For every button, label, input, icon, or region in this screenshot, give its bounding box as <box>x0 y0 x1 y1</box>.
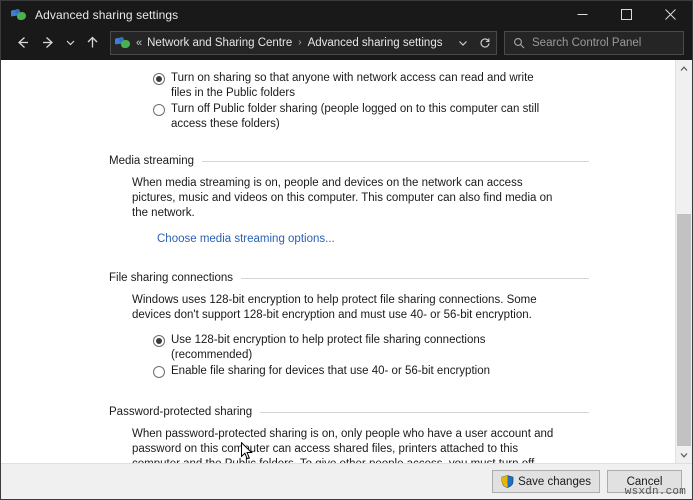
save-changes-button[interactable]: Save changes <box>492 470 600 493</box>
search-icon <box>513 37 525 49</box>
file-sharing-encryption-options: Use 128-bit encryption to help protect f… <box>1 333 675 379</box>
breadcrumb[interactable]: « Network and Sharing Centre › Advanced … <box>110 30 497 55</box>
breadcrumb-item-advanced-sharing-settings[interactable]: Advanced sharing settings <box>308 37 443 49</box>
close-button[interactable] <box>648 1 692 28</box>
clipped-previous-text: access files in the Public folders. <box>132 60 675 61</box>
radio-option-turn-off-public-sharing[interactable]: Turn off Public folder sharing (people l… <box>153 102 675 132</box>
section-title: Password-protected sharing <box>109 406 253 418</box>
section-divider <box>241 277 589 279</box>
radio-label: Enable file sharing for devices that use… <box>171 365 490 377</box>
media-streaming-description: When media streaming is on, people and d… <box>132 177 553 219</box>
minimize-button[interactable] <box>560 1 604 28</box>
breadcrumb-overflow-icon[interactable]: « <box>136 37 142 49</box>
vertical-scrollbar[interactable] <box>675 60 692 463</box>
password-protected-sharing-description: When password-protected sharing is on, o… <box>132 428 554 463</box>
breadcrumb-separator-icon: › <box>298 37 302 48</box>
radio-label: Turn off Public folder sharing (people l… <box>171 103 540 130</box>
section-divider <box>260 411 589 413</box>
breadcrumb-network-icon <box>115 35 131 51</box>
chevron-down-icon[interactable] <box>452 32 474 54</box>
public-folder-sharing-options: Turn on sharing so that anyone with netw… <box>1 71 675 132</box>
maximize-button[interactable] <box>604 1 648 28</box>
content-area: access files in the Public folders. Turn… <box>1 60 692 463</box>
section-header-file-sharing-connections: File sharing connections <box>109 272 675 284</box>
scroll-up-arrow-icon[interactable] <box>676 60 692 77</box>
forward-button[interactable] <box>35 31 61 55</box>
section-title: Media streaming <box>109 155 195 167</box>
radio-option-use-128-bit-encryption[interactable]: Use 128-bit encryption to help protect f… <box>153 333 675 363</box>
window-controls <box>560 1 692 28</box>
scrollbar-thumb[interactable] <box>677 214 691 446</box>
radio-option-turn-on-public-sharing[interactable]: Turn on sharing so that anyone with netw… <box>153 71 675 101</box>
radio-label: Turn on sharing so that anyone with netw… <box>171 72 534 99</box>
radio-indicator[interactable] <box>153 366 165 378</box>
radio-label: Use 128-bit encryption to help protect f… <box>171 334 486 361</box>
save-changes-label: Save changes <box>518 475 591 488</box>
radio-indicator[interactable] <box>153 104 165 116</box>
refresh-icon[interactable] <box>474 32 496 54</box>
file-sharing-connections-description: Windows uses 128-bit encryption to help … <box>132 294 537 321</box>
watermark: wsxdn.com <box>624 486 686 498</box>
section-header-media-streaming: Media streaming <box>109 155 675 167</box>
dialog-footer: Save changes Cancel wsxdn.com <box>1 463 692 499</box>
breadcrumb-item-network-and-sharing-centre[interactable]: Network and Sharing Centre <box>147 37 292 49</box>
section-header-password-protected-sharing: Password-protected sharing <box>109 406 675 418</box>
uac-shield-icon <box>501 475 514 488</box>
title-bar: Advanced sharing settings <box>1 1 692 28</box>
search-input[interactable]: Search Control Panel <box>532 37 641 49</box>
choose-media-streaming-options-link-row: Choose media streaming options... <box>157 232 675 246</box>
address-bar: « Network and Sharing Centre › Advanced … <box>1 28 692 60</box>
section-divider <box>202 160 589 162</box>
scroll-down-arrow-icon[interactable] <box>676 446 692 463</box>
choose-media-streaming-options-link[interactable]: Choose media streaming options... <box>157 233 335 245</box>
network-sharing-icon <box>11 7 27 23</box>
settings-scroll-region: access files in the Public folders. Turn… <box>1 60 675 463</box>
up-button[interactable] <box>79 31 105 55</box>
radio-option-enable-40-or-56-bit-encryption[interactable]: Enable file sharing for devices that use… <box>153 364 675 379</box>
advanced-sharing-settings-window: Advanced sharing settings « Network and … <box>0 0 693 500</box>
radio-indicator[interactable] <box>153 73 165 85</box>
window-title: Advanced sharing settings <box>35 7 179 22</box>
recent-locations-button[interactable] <box>61 31 79 55</box>
search-box[interactable]: Search Control Panel <box>504 30 684 55</box>
radio-indicator[interactable] <box>153 335 165 347</box>
back-button[interactable] <box>9 31 35 55</box>
section-title: File sharing connections <box>109 272 234 284</box>
